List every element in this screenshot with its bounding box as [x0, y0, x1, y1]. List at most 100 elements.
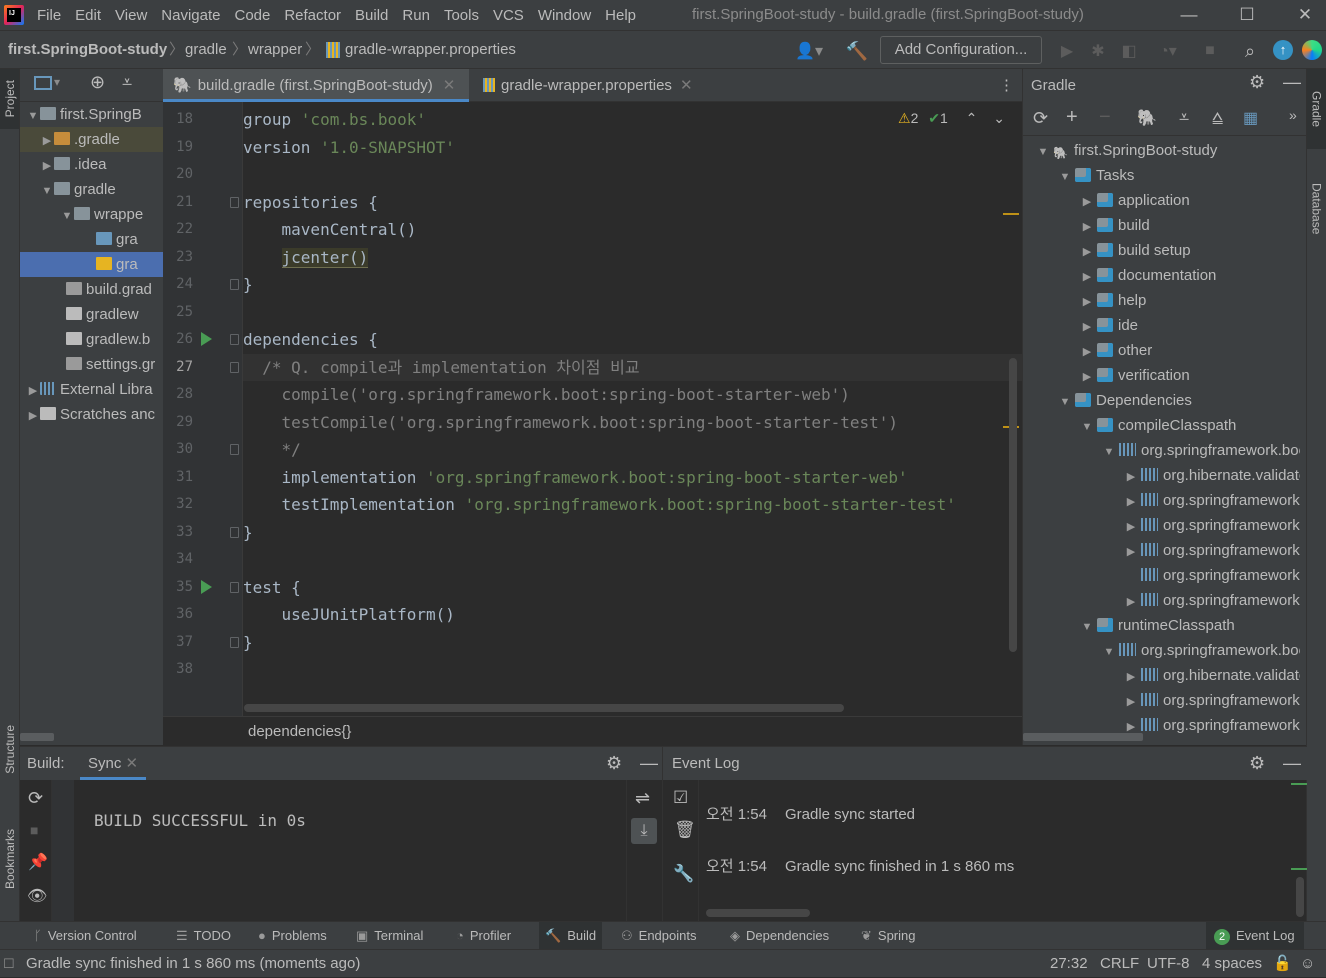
inspection-widget[interactable]: ⚠2 ✔1 ⌃ ⌄: [898, 110, 1005, 127]
line-number[interactable]: 26: [163, 326, 193, 354]
tab-gradle-wrapper-properties[interactable]: gradle-wrapper.properties ✕: [473, 69, 713, 102]
project-tree-item[interactable]: ▼ gradle: [20, 177, 163, 202]
chevron-right-icon[interactable]: ▶: [1121, 690, 1141, 715]
run-icon[interactable]: ▶: [1055, 39, 1079, 63]
tab-actions-icon[interactable]: ⋮: [999, 69, 1014, 102]
project-tree-item[interactable]: gradlew.b: [20, 327, 163, 352]
chevron-down-icon[interactable]: ▼: [1077, 415, 1097, 440]
soft-wrap-icon[interactable]: ⇌: [635, 788, 650, 809]
menu-file[interactable]: File: [30, 7, 68, 24]
gradle-tree-item[interactable]: ▼ Tasks: [1055, 163, 1135, 190]
chevron-down-icon[interactable]: ▼: [1055, 165, 1075, 190]
chevron-right-icon[interactable]: ▶: [40, 129, 54, 154]
stop-icon[interactable]: ■: [30, 822, 38, 838]
gear-icon[interactable]: ⚙: [1249, 72, 1265, 93]
window-icon[interactable]: [34, 76, 52, 90]
chevron-right-icon[interactable]: ▶: [40, 154, 54, 179]
line-number[interactable]: 38: [163, 656, 193, 684]
chevron-right-icon[interactable]: ▶: [1077, 340, 1097, 365]
chevron-down-icon[interactable]: ▼: [1033, 140, 1053, 165]
gradle-tool-button[interactable]: Gradle: [1307, 69, 1326, 149]
breadcrumb-wrapper[interactable]: wrapper: [248, 31, 302, 69]
chevron-right-icon[interactable]: ▶: [26, 404, 40, 429]
menu-code[interactable]: Code: [227, 7, 277, 24]
remove-icon[interactable]: −: [1099, 106, 1111, 129]
line-number[interactable]: 25: [163, 299, 193, 327]
collapse-all-icon[interactable]: ⩡: [122, 72, 132, 93]
gradle-tree-item[interactable]: ▶ org.springframework: [1121, 488, 1300, 513]
pin-icon[interactable]: 📌: [28, 852, 48, 872]
line-number[interactable]: 24: [163, 271, 193, 299]
chevron-right-icon[interactable]: ▶: [1121, 465, 1141, 490]
line-number[interactable]: 27: [163, 354, 193, 382]
menu-vcs[interactable]: VCS: [486, 7, 531, 24]
menu-navigate[interactable]: Navigate: [154, 7, 227, 24]
tool-button-problems[interactable]: ● Problems: [258, 922, 327, 950]
close-tab-icon[interactable]: ✕: [443, 77, 456, 94]
menu-build[interactable]: Build: [348, 7, 395, 24]
gradle-tree-item[interactable]: ▶ help: [1077, 288, 1147, 313]
tool-button-spring[interactable]: ❦ Spring: [861, 922, 915, 950]
chevron-right-icon[interactable]: ▶: [1121, 665, 1141, 690]
add-configuration-button[interactable]: Add Configuration...: [880, 36, 1042, 64]
project-tree-item[interactable]: ▶ Scratches anc: [20, 402, 163, 427]
expand-all-icon[interactable]: ⩡: [1179, 107, 1189, 128]
line-number[interactable]: 20: [163, 161, 193, 189]
gradle-tree-item[interactable]: ▼ runtimeClasspath: [1077, 613, 1235, 638]
breadcrumb-gradle[interactable]: gradle: [185, 31, 227, 69]
close-icon[interactable]: ✕: [1276, 0, 1326, 30]
line-number[interactable]: 19: [163, 134, 193, 162]
project-tree-item[interactable]: ▶ External Libra: [20, 377, 163, 402]
line-number[interactable]: 30: [163, 436, 193, 464]
more-icon[interactable]: »: [1289, 107, 1297, 123]
close-tab-icon[interactable]: ✕: [680, 77, 693, 94]
horizontal-scrollbar[interactable]: [1023, 733, 1143, 741]
gradle-tree-item[interactable]: ▶ org.springframework: [1121, 538, 1300, 563]
profile-icon[interactable]: ◔▾: [1148, 39, 1188, 63]
menu-window[interactable]: Window: [531, 7, 598, 24]
fold-marker-icon[interactable]: [230, 526, 239, 538]
caret-position[interactable]: 27:32: [1050, 950, 1088, 978]
breadcrumb-project[interactable]: first.SpringBoot-study: [8, 31, 167, 69]
vertical-scrollbar[interactable]: [1296, 877, 1304, 917]
fold-marker-icon[interactable]: [230, 361, 239, 373]
chevron-right-icon[interactable]: ▶: [1077, 365, 1097, 390]
vertical-scrollbar[interactable]: [1009, 358, 1017, 652]
tab-build-gradle[interactable]: 🐘 build.gradle (first.SpringBoot-study) ✕: [163, 69, 469, 102]
line-number[interactable]: 33: [163, 519, 193, 547]
file-encoding[interactable]: UTF-8: [1147, 950, 1190, 978]
gradle-tree-item[interactable]: org.springframework: [1121, 563, 1300, 588]
chevron-down-icon[interactable]: ▼: [26, 104, 40, 129]
line-number[interactable]: 28: [163, 381, 193, 409]
fold-marker-icon[interactable]: [230, 581, 239, 593]
debug-icon[interactable]: ✱: [1086, 39, 1110, 63]
gradle-tree-item[interactable]: ▶ documentation: [1077, 263, 1217, 290]
toolbox-icon[interactable]: [1302, 40, 1322, 60]
add-icon[interactable]: +: [1066, 106, 1078, 129]
gradle-tree-item[interactable]: ▼ 🐘 first.SpringBoot-study: [1033, 138, 1218, 165]
gradle-tree-item[interactable]: ▶ ide: [1077, 313, 1138, 338]
line-number[interactable]: 31: [163, 464, 193, 492]
chevron-right-icon[interactable]: ▶: [1077, 265, 1097, 290]
gradle-tree-item[interactable]: ▶ build setup: [1077, 238, 1191, 263]
error-stripe-mark[interactable]: [1003, 213, 1019, 215]
indent-setting[interactable]: 4 spaces: [1202, 950, 1262, 978]
gradle-tree-item[interactable]: ▶ org.springframework: [1121, 688, 1300, 713]
show-dependencies-icon[interactable]: ▦: [1243, 108, 1258, 128]
fold-marker-icon[interactable]: [230, 444, 239, 455]
locate-icon[interactable]: ⊕: [90, 72, 105, 93]
chevron-right-icon[interactable]: ▶: [1077, 190, 1097, 215]
fold-marker-icon[interactable]: [230, 334, 239, 345]
user-icon[interactable]: 👤▾: [792, 39, 826, 63]
chevron-right-icon[interactable]: ▶: [1077, 240, 1097, 265]
scroll-to-end-icon[interactable]: ⤓: [631, 818, 657, 844]
coverage-icon[interactable]: ◧: [1117, 39, 1141, 63]
horizontal-scrollbar[interactable]: [20, 733, 54, 741]
line-number[interactable]: 23: [163, 244, 193, 272]
gear-icon[interactable]: ⚙: [1249, 747, 1265, 780]
run-gutter-icon[interactable]: [201, 579, 212, 594]
hammer-icon[interactable]: 🔨: [845, 39, 869, 63]
horizontal-scrollbar[interactable]: [706, 909, 810, 917]
mark-read-icon[interactable]: ☑: [673, 788, 688, 808]
gradle-tree-item[interactable]: ▶ application: [1077, 188, 1190, 213]
